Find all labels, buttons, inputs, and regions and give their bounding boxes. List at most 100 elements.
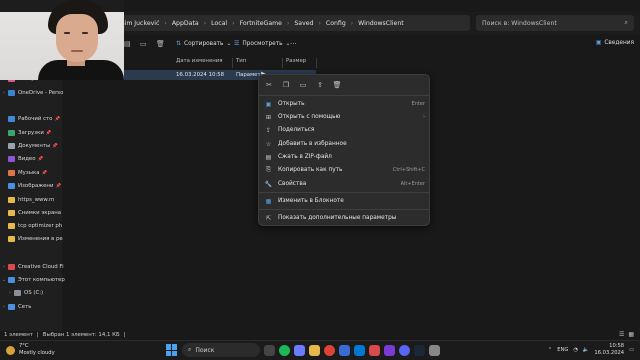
document-icon	[8, 143, 15, 149]
sidebar-item-onedrive[interactable]: › OneDrive - Perso	[0, 88, 63, 98]
menu-item-edit-notepad[interactable]: ▦ Изменить в Блокноте	[265, 195, 425, 207]
chevron-up-icon[interactable]: ⌃	[548, 347, 552, 353]
app-icon[interactable]	[429, 344, 440, 356]
sidebar-item-creative-cloud[interactable]: › Creative Cloud Fi	[0, 262, 64, 272]
chevron-right-icon[interactable]: ›	[6, 290, 14, 296]
search-input[interactable]: Поиск в: WindowsClient ⌕	[476, 15, 634, 31]
webcam-eye	[82, 32, 88, 34]
chevron-down-icon[interactable]: ⌄	[0, 277, 8, 283]
menu-item-copy-path[interactable]: ⎘ Копировать как путь Ctrl+Shift+C	[265, 164, 425, 176]
sidebar-item-folder-changes[interactable]: Изменения в ре	[0, 234, 63, 244]
column-divider[interactable]	[316, 58, 317, 68]
details-button[interactable]: ▣ Сведения	[596, 40, 634, 46]
weather-widget[interactable]: 7°C Mostly cloudy	[6, 343, 55, 357]
sidebar-item-this-pc[interactable]: ⌄ Этот компьютер	[0, 275, 65, 285]
computer-icon	[8, 277, 15, 283]
sort-button[interactable]: ⇅ Сортировать ⌄	[176, 40, 231, 47]
sidebar-item-network[interactable]: › Сеть	[0, 302, 31, 312]
sort-icon: ⇅	[176, 40, 182, 47]
menu-item-share[interactable]: ⇪ Поделиться	[265, 124, 425, 136]
task-view-icon[interactable]	[264, 344, 275, 356]
steam-icon[interactable]	[414, 344, 425, 356]
menu-item-label: Открыть с помощью	[278, 114, 341, 120]
breadcrumb[interactable]: aksim Juckević › AppData › Local › Fortn…	[108, 15, 470, 31]
taskbar-search[interactable]: ⌕ Поиск	[182, 343, 260, 357]
start-button[interactable]	[166, 344, 178, 356]
clock[interactable]: 10:58 16.03.2024	[594, 343, 624, 357]
sidebar-item-downloads[interactable]: Загрузки 📌	[0, 128, 51, 138]
chrome-icon[interactable]	[324, 344, 335, 356]
volume-icon[interactable]: 🔈	[583, 347, 589, 353]
chevron-right-icon[interactable]: ›	[0, 90, 8, 96]
menu-item-add-favorite[interactable]: ☆ Добавить в избранное	[265, 138, 425, 150]
app-icon[interactable]	[369, 344, 380, 356]
breadcrumb-fortnitegame[interactable]: FortniteGame	[240, 20, 282, 27]
music-icon	[8, 170, 15, 176]
share-icon[interactable]: ⇪	[316, 81, 324, 89]
chevron-right-icon: ›	[232, 19, 235, 27]
notification-icon[interactable]: ▭	[629, 347, 634, 353]
tiles-view-icon[interactable]: ▦	[628, 331, 634, 338]
sidebar-item-documents[interactable]: Документы 📌	[0, 141, 58, 151]
paste-icon[interactable]: ▤	[124, 40, 131, 48]
column-divider[interactable]	[282, 58, 283, 68]
clock-time: 10:58	[609, 343, 625, 349]
column-size[interactable]: Размер	[286, 58, 306, 68]
sidebar: Галерея › OneDrive - Perso Рабочий сто 📌…	[0, 56, 65, 331]
menu-item-more-options[interactable]: ⇱ Показать дополнительные параметры	[265, 212, 425, 224]
spotify-icon[interactable]	[279, 344, 290, 356]
column-divider[interactable]	[232, 58, 233, 68]
column-type[interactable]: Тип	[236, 58, 246, 68]
cut-icon[interactable]: ✂	[265, 81, 273, 89]
view-button[interactable]: ☰ Просмотреть ⌄	[234, 40, 290, 47]
app-icon[interactable]	[384, 344, 395, 356]
breadcrumb-saved[interactable]: Saved	[294, 20, 313, 27]
rename-icon[interactable]: ▭	[299, 81, 307, 89]
desktop-icon	[8, 116, 15, 122]
sidebar-item-folder-screenshots[interactable]: Снимки экрана	[0, 208, 61, 218]
delete-icon[interactable]: 🗑	[333, 81, 342, 89]
sidebar-item-label: Сеть	[18, 304, 32, 310]
app-icon[interactable]	[294, 344, 305, 356]
breadcrumb-local[interactable]: Local	[211, 20, 227, 27]
breadcrumb-config[interactable]: Config	[326, 20, 346, 27]
context-quick-actions: ✂ ❐ ▭ ⇪ 🗑	[265, 81, 341, 89]
pin-icon: 📌	[54, 116, 61, 122]
sidebar-item-folder-https[interactable]: https_www.m	[0, 195, 54, 205]
sidebar-item-music[interactable]: Музыка 📌	[0, 168, 47, 178]
share-icon: ⇪	[265, 126, 272, 134]
file-explorer-icon[interactable]	[309, 344, 320, 356]
folder-icon	[8, 210, 15, 216]
folder-icon	[8, 236, 15, 242]
language-indicator[interactable]: ENG	[557, 347, 568, 353]
sidebar-item-video[interactable]: Видео 📌	[0, 154, 43, 164]
delete-icon[interactable]: 🗑	[156, 40, 165, 48]
more-icon[interactable]: ···	[290, 40, 297, 48]
chevron-right-icon: ›	[203, 19, 207, 27]
sidebar-item-label: tcp optimizer ph	[18, 223, 63, 229]
breadcrumb-windowsclient[interactable]: WindowsClient	[358, 20, 404, 27]
sidebar-item-desktop[interactable]: Рабочий сто 📌	[0, 114, 60, 124]
menu-item-properties[interactable]: 🔧 Свойства Alt+Enter	[265, 178, 425, 190]
sidebar-item-drive-c[interactable]: › OS (C:)	[6, 288, 43, 298]
sidebar-item-images[interactable]: Изображени 📌	[0, 181, 61, 191]
column-date[interactable]: Дата изменения	[176, 58, 223, 68]
menu-item-label: Копировать как путь	[278, 167, 343, 173]
menu-item-open-with[interactable]: ⊞ Открыть с помощью ›	[265, 111, 425, 123]
menu-item-zip[interactable]: ▤ Сжать в ZIP-файл	[265, 151, 425, 163]
chevron-right-icon[interactable]: ›	[0, 304, 8, 310]
menu-divider	[259, 95, 429, 96]
app-icon[interactable]	[339, 344, 350, 356]
sidebar-item-label: OneDrive - Perso	[18, 90, 64, 96]
details-view-icon[interactable]: ☰	[619, 331, 624, 338]
menu-item-open[interactable]: ▣ Открыть Enter	[265, 98, 425, 110]
discord-icon[interactable]	[399, 344, 410, 356]
rename-icon[interactable]: ▭	[140, 40, 147, 48]
wifi-icon[interactable]: ◔	[573, 347, 578, 353]
copy-icon[interactable]: ❐	[282, 81, 290, 89]
chevron-right-icon[interactable]: ›	[0, 264, 8, 270]
breadcrumb-appdata[interactable]: AppData	[172, 20, 199, 27]
edge-icon[interactable]	[354, 344, 365, 356]
sidebar-item-folder-tcp[interactable]: tcp optimizer ph	[0, 221, 62, 231]
network-icon	[8, 304, 15, 310]
